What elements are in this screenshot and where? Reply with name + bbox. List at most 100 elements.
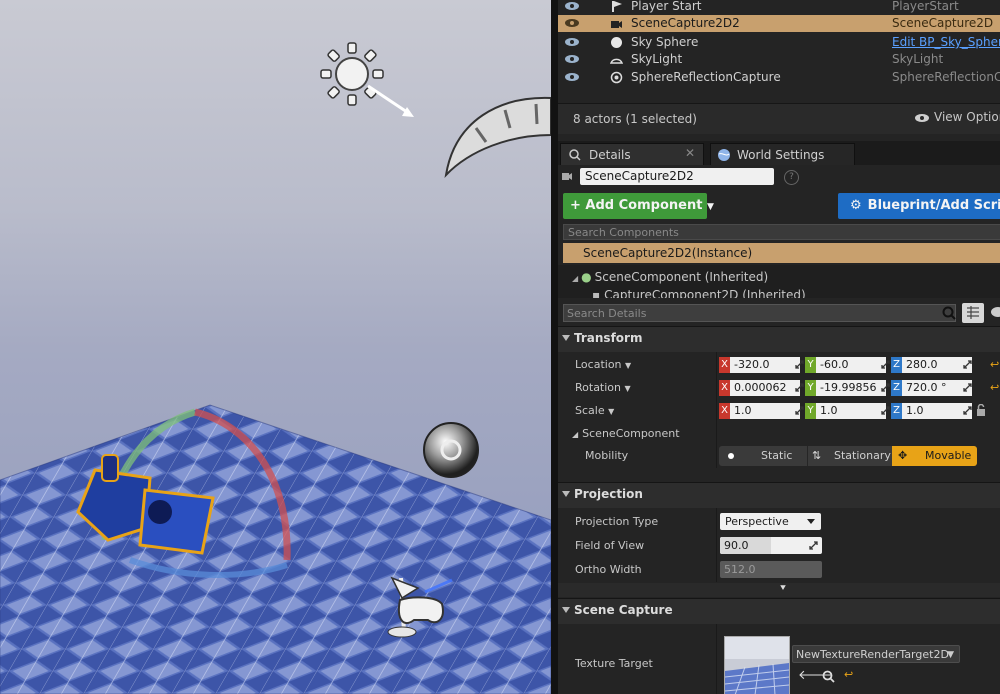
viewport-scene	[0, 42, 551, 694]
scale-label[interactable]: Scale ▼	[575, 404, 614, 417]
fov-slider-field[interactable]: 90.0	[720, 537, 822, 554]
player-start-small-icon	[612, 1, 622, 12]
eye-icon[interactable]	[989, 305, 1000, 319]
outliner-row[interactable]: Player Start PlayerStart	[558, 0, 1000, 15]
close-icon[interactable]: ✕	[685, 146, 695, 160]
scene-component-label: ◢ SceneComponent	[572, 427, 680, 440]
scene-component-label-text: SceneComponent	[582, 427, 680, 440]
lock-icon[interactable]	[976, 404, 986, 417]
dot-icon	[728, 453, 734, 459]
chevron-down-icon: ◢	[572, 274, 579, 283]
search-details-input[interactable]: Search Details	[563, 304, 956, 322]
rotation-z-field[interactable]: Z 720.0 °	[891, 380, 972, 396]
scene-component-subcategory[interactable]: ◢ SceneComponent	[558, 423, 1000, 443]
location-x-value: -320.0	[730, 357, 800, 373]
actor-name-field[interactable]: SceneCapture2D2	[580, 168, 774, 185]
reset-arrow-icon[interactable]: ↩	[990, 381, 999, 394]
level-viewport[interactable]	[0, 0, 551, 694]
outliner-row-type: SceneCapture2D	[892, 16, 994, 30]
scale-z-value: 1.0	[902, 403, 972, 419]
tree-item-label: CaptureComponent2D (Inherited)	[604, 288, 806, 298]
scale-x-field[interactable]: X 1.0	[719, 403, 804, 419]
rotation-y-field[interactable]: Y -19.99856	[805, 380, 890, 396]
texture-target-dropdown[interactable]: NewTextureRenderTarget2D ▼	[792, 645, 960, 663]
property-matrix-button[interactable]	[962, 303, 984, 323]
rotation-label-text: Rotation	[575, 381, 622, 394]
reset-arrow-icon[interactable]: ↩	[990, 358, 999, 371]
scale-y-field[interactable]: Y 1.0	[805, 403, 890, 419]
tree-item-capture-component[interactable]: ▪ CaptureComponent2D (Inherited)	[592, 288, 806, 298]
view-options-button[interactable]: View Options	[914, 110, 1000, 124]
transform-header: Transform	[574, 331, 643, 345]
reset-arrow-icon[interactable]: ↩	[844, 668, 853, 681]
scale-z-field[interactable]: Z 1.0	[891, 403, 972, 419]
rotation-x-field[interactable]: X 0.000062	[719, 380, 804, 396]
tree-item-label: SceneComponent (Inherited)	[594, 270, 769, 284]
tab-world-settings[interactable]: World Settings	[710, 143, 855, 166]
magnifier-icon[interactable]	[822, 670, 835, 683]
component-instance-row[interactable]: SceneCapture2D2(Instance)	[563, 243, 1000, 263]
details-tab-bar: Details ✕ World Settings	[558, 141, 1000, 166]
outliner-row-name: Player Start	[631, 0, 702, 13]
drag-icon	[881, 360, 890, 369]
ortho-width-field: 512.0	[720, 561, 822, 578]
blueprint-add-script-button[interactable]: ⚙ Blueprint/Add Script	[838, 193, 1000, 219]
location-x-field[interactable]: X -320.0	[719, 357, 804, 373]
drag-icon	[881, 406, 890, 415]
outliner-row-name: SceneCapture2D2	[631, 16, 740, 30]
fov-value: 90.0	[724, 539, 749, 552]
eye-icon[interactable]	[564, 18, 580, 28]
mobility-static-label: Static	[761, 449, 793, 462]
outliner-row[interactable]: Sky Sphere Edit BP_Sky_Sphere	[558, 34, 1000, 51]
tab-details[interactable]: Details ✕	[560, 143, 704, 166]
chevron-down-icon	[562, 607, 570, 613]
outliner-row-name: Sky Sphere	[631, 35, 699, 49]
eye-icon[interactable]	[564, 54, 580, 64]
render-target-preview	[725, 637, 789, 694]
scale-label-text: Scale	[575, 404, 605, 417]
eye-icon[interactable]	[564, 37, 580, 47]
eye-icon[interactable]	[564, 72, 580, 82]
scene-capture-category[interactable]: Scene Capture	[558, 598, 1000, 624]
axis-y-marker: Y	[805, 380, 816, 396]
reflection-capture-icon	[423, 422, 479, 478]
drag-icon	[963, 383, 972, 392]
outliner-row[interactable]: SkyLight SkyLight	[558, 51, 1000, 68]
eye-icon[interactable]	[564, 1, 580, 11]
outliner-row-name: SkyLight	[631, 52, 683, 66]
search-components-input[interactable]: Search Components	[563, 224, 1000, 240]
fov-label: Field of View	[575, 539, 645, 552]
outliner-row[interactable]: SphereReflectionCapture SphereReflection…	[558, 69, 1000, 86]
details-panel: SceneCapture2D2 ? + Add Component ▼ ⚙ Blu…	[558, 165, 1000, 694]
location-label[interactable]: Location ▼	[575, 358, 631, 371]
search-details-placeholder: Search Details	[567, 307, 647, 320]
actor-type-icon	[562, 173, 572, 180]
mobility-stationary-label: Stationary	[834, 449, 891, 462]
drag-icon	[963, 406, 972, 415]
location-y-field[interactable]: Y -60.0	[805, 357, 890, 373]
transform-category[interactable]: Transform	[558, 326, 1000, 352]
projection-category[interactable]: Projection	[558, 482, 1000, 508]
texture-target-thumbnail[interactable]	[724, 636, 790, 694]
add-component-button[interactable]: + Add Component ▼	[563, 193, 714, 219]
mobility-static-option[interactable]: Static	[719, 446, 807, 466]
rotation-label[interactable]: Rotation ▼	[575, 381, 631, 394]
advanced-expander[interactable]: ⯆	[558, 583, 1000, 597]
outliner-row-selected[interactable]: SceneCapture2D2 SceneCapture2D	[558, 15, 1000, 32]
drag-icon	[809, 541, 818, 550]
projection-type-dropdown[interactable]: Perspective	[720, 513, 821, 530]
edit-blueprint-link[interactable]: Edit BP_Sky_Sphere	[892, 35, 1000, 49]
eye-icon	[915, 114, 929, 122]
axis-z-marker: Z	[891, 380, 902, 396]
mobility-selector: Static ⇅ Stationary ✥ Movable	[719, 446, 977, 466]
blueprint-button-label: Blueprint/Add Script	[867, 198, 1000, 213]
mobility-stationary-option[interactable]: ⇅ Stationary	[807, 446, 892, 466]
viewport-splitter[interactable]	[551, 0, 558, 694]
chevron-down-icon: ▼	[706, 202, 714, 212]
help-icon[interactable]: ?	[784, 170, 799, 185]
location-z-field[interactable]: Z 280.0	[891, 357, 972, 373]
projection-type-value: Perspective	[725, 515, 789, 528]
tree-item-scene-component[interactable]: ◢ ● SceneComponent (Inherited)	[572, 270, 768, 284]
mobility-movable-option[interactable]: ✥ Movable	[892, 446, 977, 466]
details-icon	[569, 149, 581, 161]
